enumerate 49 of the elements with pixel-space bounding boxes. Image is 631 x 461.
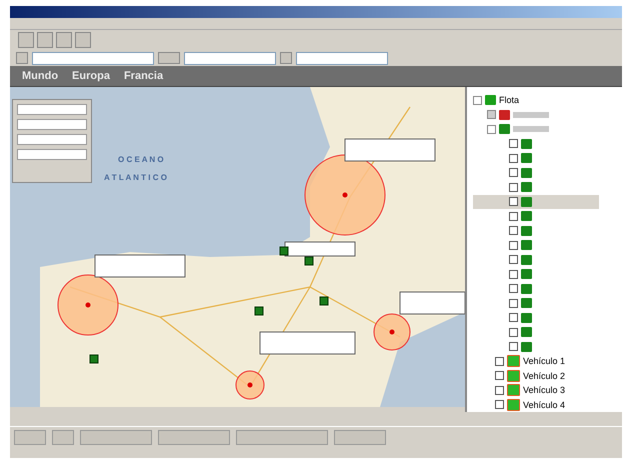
- checkbox[interactable]: [509, 284, 518, 294]
- checkbox[interactable]: [509, 240, 518, 250]
- zone-circle: [236, 370, 264, 400]
- checkbox[interactable]: [509, 226, 518, 236]
- input-field[interactable]: [17, 104, 87, 115]
- vehicle-marker[interactable]: [90, 354, 98, 364]
- map-callout: [284, 242, 356, 256]
- checkbox[interactable]: [509, 168, 518, 178]
- checkbox[interactable]: [495, 400, 504, 410]
- checkbox[interactable]: [509, 197, 518, 206]
- map-tab[interactable]: Europa: [72, 70, 110, 82]
- tree-label[interactable]: Vehículo 4: [523, 400, 566, 410]
- checkbox[interactable]: [509, 212, 518, 221]
- vehicle-marker[interactable]: [280, 246, 288, 256]
- checkbox[interactable]: [509, 139, 518, 148]
- zone-circle: [374, 314, 410, 350]
- checkbox[interactable]: [509, 270, 518, 279]
- map-tab[interactable]: Francia: [124, 70, 164, 82]
- checkbox[interactable]: [495, 386, 504, 395]
- tree-label[interactable]: Vehículo 1: [523, 356, 566, 366]
- search-field[interactable]: [184, 52, 276, 64]
- tree-label[interactable]: Vehículo 2: [523, 370, 566, 381]
- expand-toggle[interactable]: [487, 124, 496, 134]
- checkbox[interactable]: [509, 255, 518, 264]
- checkbox[interactable]: [495, 371, 504, 380]
- input-field[interactable]: [17, 149, 87, 160]
- checkbox[interactable]: [509, 182, 518, 192]
- address-field[interactable]: [32, 52, 154, 64]
- expand-toggle[interactable]: [487, 110, 496, 120]
- vehicle-marker[interactable]: [304, 256, 314, 266]
- input-field[interactable]: [17, 119, 87, 130]
- checkbox[interactable]: [509, 313, 518, 322]
- map-tab[interactable]: Mundo: [22, 70, 58, 82]
- zone-circle: [58, 274, 118, 336]
- checkbox[interactable]: [495, 356, 504, 366]
- tree-label[interactable]: Flota: [499, 95, 520, 106]
- checkbox[interactable]: [509, 342, 518, 352]
- input-field[interactable]: [17, 134, 87, 145]
- checkbox[interactable]: [509, 154, 518, 163]
- vehicle-marker[interactable]: [254, 306, 264, 316]
- sea-label: O C E A N O: [118, 155, 164, 164]
- tree-label[interactable]: Vehículo 3: [523, 385, 566, 396]
- collapse-toggle[interactable]: [473, 96, 482, 105]
- checkbox[interactable]: [509, 298, 518, 308]
- checkbox[interactable]: [509, 328, 518, 337]
- vehicle-row[interactable]: [473, 194, 599, 209]
- sea-label: A T L A N T I C O: [104, 173, 167, 182]
- vehicle-marker[interactable]: [320, 296, 328, 306]
- dropdown-field[interactable]: [296, 52, 388, 64]
